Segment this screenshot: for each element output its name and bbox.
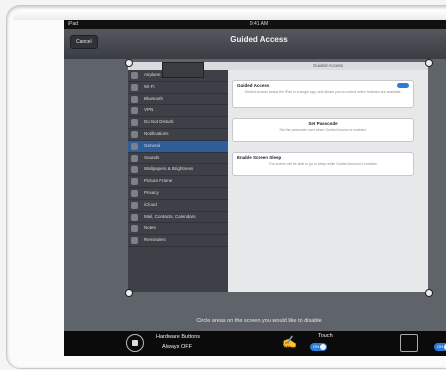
set-passcode-label[interactable]: Set Passcode [233, 119, 413, 128]
settings-sidebar: Settings Airplane ModeWi-FiBluetoothVPND… [128, 62, 228, 292]
hardware-buttons-icon[interactable] [126, 334, 144, 352]
enable-sleep-desc: The screen will be able to go to sleep w… [268, 162, 378, 166]
settings-item-label: iCloud [144, 201, 157, 207]
settings-item-icon [131, 178, 138, 186]
settings-item-label: Wi-Fi [144, 83, 155, 89]
settings-item-label: Privacy [144, 189, 159, 195]
set-passcode-desc: Set the passcode used when Guided Access… [279, 128, 367, 132]
settings-item-label: Notes [144, 225, 156, 231]
settings-item[interactable]: Wi-Fi [128, 82, 228, 94]
settings-item-label: Do Not Disturb [144, 119, 174, 125]
settings-item-icon [131, 213, 138, 221]
settings-item-icon [131, 154, 138, 162]
settings-item[interactable]: Bluetooth [128, 94, 228, 106]
instruction-text: Circle areas on the screen you would lik… [196, 318, 322, 324]
set-passcode-card[interactable]: Set Passcode Set the passcode used when … [232, 118, 414, 142]
detail-title: Guided Access [312, 63, 344, 68]
enable-sleep-label: Enable Screen Sleep [237, 155, 282, 160]
detail-header: Guided Access [228, 62, 428, 70]
settings-item[interactable]: Wallpapers & Brightness [128, 164, 228, 177]
guided-access-desc: Guided Access keeps the iPad in a single… [244, 90, 402, 94]
settings-item[interactable]: Do Not Disturb [128, 117, 228, 129]
settings-item-label: General [144, 142, 161, 148]
settings-item-icon [131, 72, 138, 79]
touch-icon: ✍ [282, 335, 297, 349]
motion-toggle[interactable]: ON [434, 343, 446, 351]
settings-item-label: Notifications [144, 130, 169, 136]
settings-item-icon [131, 130, 138, 138]
selected-region[interactable]: Settings Airplane ModeWi-FiBluetoothVPND… [128, 62, 428, 292]
settings-item-label: Picture Frame [144, 178, 173, 184]
settings-item-icon [131, 237, 138, 245]
settings-item-label: VPN [144, 107, 154, 113]
settings-item-icon [131, 166, 138, 174]
settings-item-label: Mail, Contacts, Calendars [144, 213, 196, 219]
status-time: 9:41 AM [249, 21, 269, 27]
region-handle-tab[interactable] [162, 62, 204, 78]
settings-item[interactable]: VPN [128, 105, 228, 118]
settings-item[interactable]: General [128, 140, 228, 153]
guided-access-label: Guided Access [237, 83, 270, 88]
settings-item-label: Sounds [144, 154, 160, 160]
corner-handle-top-right[interactable] [425, 59, 433, 67]
settings-item-icon [131, 119, 138, 127]
settings-item-icon [131, 142, 138, 150]
hardware-buttons-label: Hardware Buttons [156, 334, 201, 340]
touch-toggle[interactable]: ON [310, 343, 327, 351]
motion-icon[interactable] [400, 334, 418, 352]
settings-list: Airplane Mode Wi-Fi Bluetooth VPN Do Not Dis… [128, 70, 228, 247]
screenshot-stage: iPad 9:41 AM Cancel Guided Access Circle… [0, 0, 446, 370]
bezel-shine [14, 10, 446, 20]
settings-item[interactable]: Picture Frame [128, 176, 228, 188]
corner-handle-top-left[interactable] [125, 59, 133, 67]
settings-item-icon [131, 107, 138, 115]
settings-item-icon [131, 201, 138, 209]
status-bar: iPad 9:41 AM [64, 20, 446, 29]
settings-item-icon [131, 95, 138, 103]
hardware-buttons-value: Always OFF [162, 344, 192, 350]
nav-bar: Cancel Guided Access [64, 29, 446, 59]
guided-access-card: Guided Access Guided Access keeps the iP… [232, 80, 414, 108]
corner-handle-bottom-right[interactable] [425, 289, 433, 297]
settings-item-icon [131, 83, 138, 91]
touch-label: Touch [318, 333, 333, 339]
settings-item-icon [131, 225, 138, 233]
settings-item[interactable]: Reminders [128, 235, 228, 247]
corner-handle-bottom-left[interactable] [125, 289, 133, 297]
settings-item-icon [131, 189, 138, 197]
bottom-toolbar: Hardware Buttons Always OFF ✍ Touch ON O… [64, 331, 446, 356]
enable-sleep-card: Enable Screen Sleep The screen will be a… [232, 152, 414, 176]
page-title: Guided Access [230, 35, 288, 44]
settings-item[interactable]: Mail, Contacts, Calendars [128, 212, 228, 224]
settings-item[interactable]: Sounds [128, 153, 228, 165]
settings-item[interactable]: Notifications [128, 129, 228, 141]
settings-item[interactable]: Privacy [128, 188, 228, 200]
settings-item-label: Bluetooth [144, 95, 164, 101]
guided-access-switch[interactable] [397, 83, 409, 88]
settings-item[interactable]: Notes [128, 223, 228, 236]
settings-item-label: Reminders [144, 237, 166, 243]
settings-item-label: Wallpapers & Brightness [144, 166, 194, 172]
settings-detail: Guided Access Guided Access Guided Acces… [228, 62, 428, 292]
settings-item[interactable]: iCloud [128, 200, 228, 212]
